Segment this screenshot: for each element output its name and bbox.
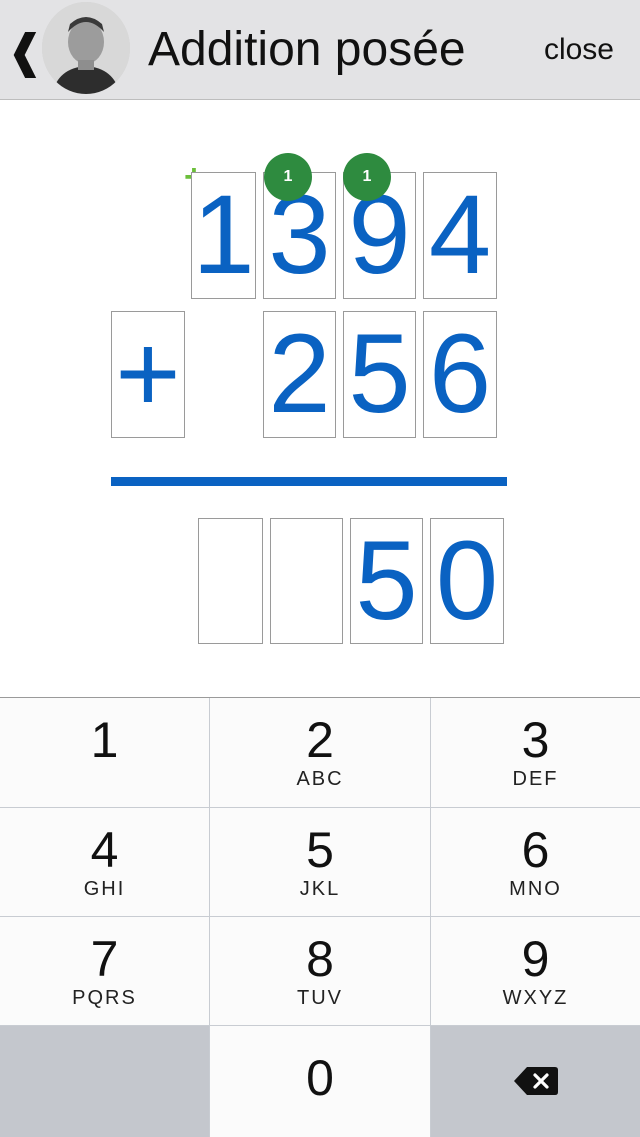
key-digit: 1 [90, 712, 119, 768]
key-4[interactable]: 4 GHI [0, 808, 210, 917]
top-digit-units[interactable]: 4 [423, 172, 497, 299]
bottom-digit-hundreds[interactable]: 2 [263, 311, 336, 438]
key-letters: WXYZ [502, 987, 569, 1009]
result-digit-tens[interactable]: 5 [350, 518, 423, 644]
result-digit-hundreds[interactable] [270, 518, 343, 644]
key-8[interactable]: 8 TUV [210, 917, 431, 1026]
result-digit-units[interactable]: 0 [430, 518, 504, 644]
key-5[interactable]: 5 JKL [210, 808, 431, 917]
key-9[interactable]: 9 WXYZ [431, 917, 640, 1026]
numeric-keypad: 1 2 ABC 3 DEF 4 GHI 5 JKL 6 MNO 7 PQRS 8… [0, 697, 640, 1137]
key-digit: 0 [306, 1050, 334, 1106]
key-digit: 5 [306, 822, 334, 878]
key-digit: 7 [90, 931, 119, 987]
key-1[interactable]: 1 [0, 698, 210, 808]
key-0[interactable]: 0 [210, 1026, 431, 1137]
carry-badge-hundreds[interactable]: 1 [264, 153, 312, 201]
key-digit: 4 [90, 822, 119, 878]
back-button[interactable]: ❰ [6, 24, 45, 78]
key-2[interactable]: 2 ABC [210, 698, 431, 808]
operator-box: + [111, 311, 185, 438]
key-digit: 3 [521, 712, 550, 768]
key-blank [0, 1026, 210, 1137]
key-letters: TUV [297, 987, 343, 1009]
key-letters: DEF [512, 768, 559, 790]
key-digit: 6 [521, 822, 550, 878]
avatar [42, 2, 130, 94]
delete-key[interactable] [431, 1026, 640, 1137]
backspace-icon [513, 1067, 558, 1095]
key-3[interactable]: 3 DEF [431, 698, 640, 808]
close-button[interactable]: close [544, 30, 614, 70]
person-photo-icon [42, 2, 130, 94]
key-letters: MNO [509, 878, 562, 900]
bottom-digit-tens[interactable]: 5 [343, 311, 416, 438]
key-letters: PQRS [72, 987, 137, 1009]
key-letters: JKL [299, 878, 341, 900]
top-digit-thousands[interactable]: 1 [191, 172, 256, 299]
key-letters: GHI [83, 878, 126, 900]
key-digit: 2 [306, 712, 334, 768]
result-digit-thousands[interactable] [198, 518, 263, 644]
bottom-digit-units[interactable]: 6 [423, 311, 497, 438]
key-7[interactable]: 7 PQRS [0, 917, 210, 1026]
key-6[interactable]: 6 MNO [431, 808, 640, 917]
sum-line [111, 477, 507, 486]
page-title: Addition posée [148, 23, 466, 76]
carry-badge-tens[interactable]: 1 [343, 153, 391, 201]
key-digit: 8 [306, 931, 334, 987]
key-letters: ABC [296, 768, 344, 790]
header-bar: ❰ Addition posée close [0, 0, 640, 100]
key-digit: 9 [521, 931, 550, 987]
